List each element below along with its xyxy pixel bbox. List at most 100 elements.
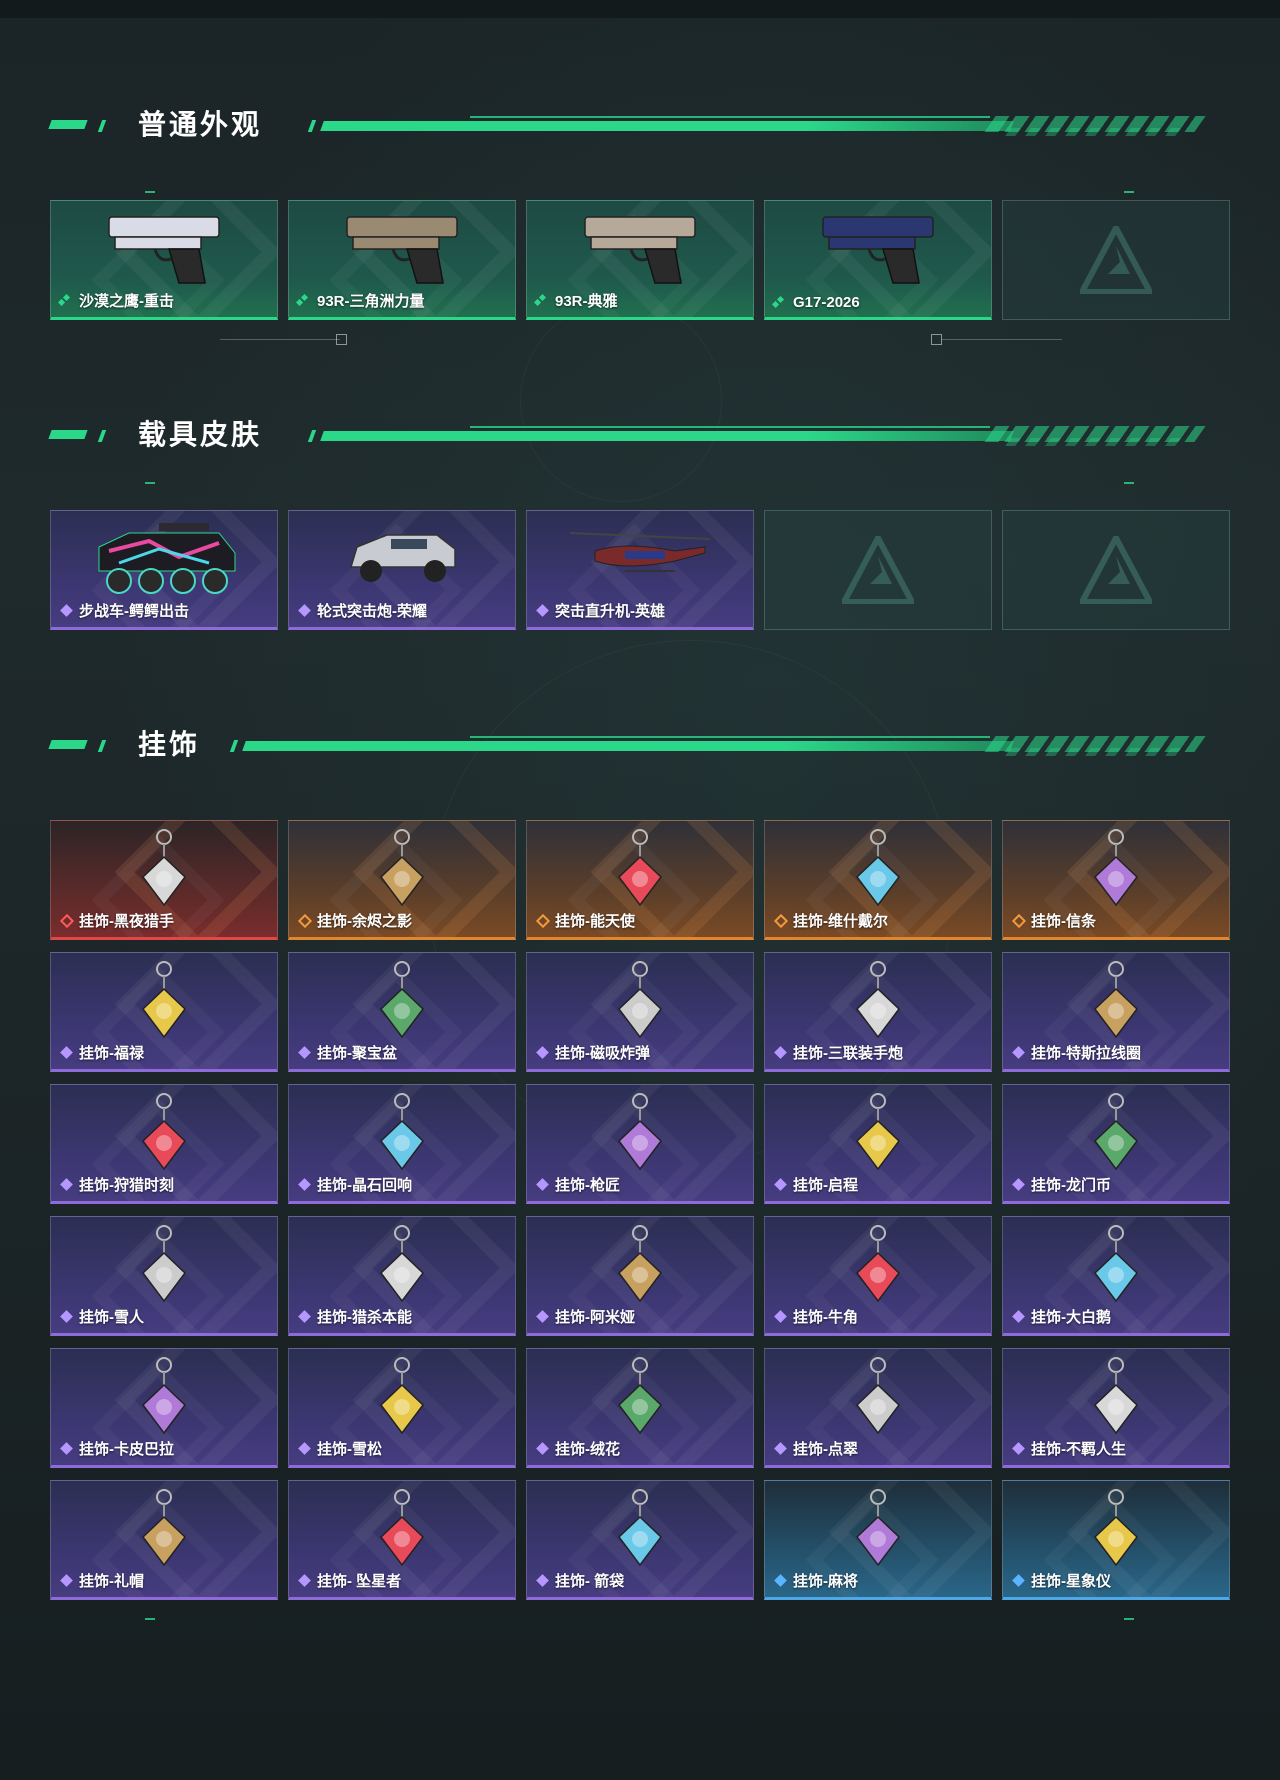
charm-card[interactable]: 挂饰-麻将 [764,1480,992,1600]
charm-card[interactable]: 挂饰- 坠星者 [288,1480,516,1600]
rarity-diamond-icon [537,915,549,927]
charm-card[interactable]: 挂饰-维什戴尔 [764,820,992,940]
vehicle-card[interactable]: 突击直升机-英雄 [526,510,754,630]
charm-icon [1094,1489,1138,1567]
header-line-tick [307,120,317,132]
pistol-icon [584,216,696,284]
item-name: 挂饰-维什戴尔 [793,913,888,930]
charm-card[interactable]: 挂饰-卡皮巴拉 [50,1348,278,1468]
weapon-card[interactable]: G17-2026 [764,200,992,320]
rarity-diamond-icon [61,295,73,307]
weapon-card[interactable]: 沙漠之鹰-重击 [50,200,278,320]
charm-card[interactable]: 挂饰-大白鹅 [1002,1216,1230,1336]
infantry-vehicle-icon [98,523,236,594]
charm-card[interactable]: 挂饰-龙门币 [1002,1084,1230,1204]
rarity-diamond-icon [775,297,787,309]
charm-card[interactable]: 挂饰-三联装手炮 [764,952,992,1072]
pistol-icon [346,216,458,284]
charm-icon [142,1357,186,1435]
rarity-diamond-icon [299,605,311,617]
item-name: 挂饰-信条 [1031,913,1096,930]
frame-tick [1124,482,1134,484]
charm-card[interactable]: 挂饰-雪松 [288,1348,516,1468]
charm-icon [142,1489,186,1567]
charms-row: 挂饰-礼帽 挂饰- 坠星者 挂饰- 箭袋 挂饰-麻将 挂饰-星象仪 [50,1480,1230,1600]
charm-card[interactable]: 挂饰-枪匠 [526,1084,754,1204]
rarity-diamond-icon [1013,1047,1025,1059]
delta-logo-icon [842,536,914,604]
section-header-weapons: 普通外观 [0,108,1280,148]
vehicle-card[interactable]: 轮式突击炮-荣耀 [288,510,516,630]
item-name: 挂饰-能天使 [555,913,635,930]
charm-card[interactable]: 挂饰-牛角 [764,1216,992,1336]
charm-card[interactable]: 挂饰-礼帽 [50,1480,278,1600]
rarity-diamond-icon [299,295,311,307]
item-name: 轮式突击炮-荣耀 [317,603,427,620]
card-label: 挂饰-启程 [775,1174,858,1195]
charm-card[interactable]: 挂饰- 箭袋 [526,1480,754,1600]
charm-card[interactable]: 挂饰-雪人 [50,1216,278,1336]
charms-row: 挂饰-雪人 挂饰-猎杀本能 挂饰-阿米娅 挂饰-牛角 挂饰-大白鹅 [50,1216,1230,1336]
charm-card[interactable]: 挂饰-余烬之影 [288,820,516,940]
section-title: 载具皮肤 [138,419,263,450]
item-name: 挂饰-聚宝盆 [317,1045,397,1062]
weapon-card[interactable]: 93R-典雅 [526,200,754,320]
weapon-card[interactable]: 93R-三角洲力量 [288,200,516,320]
charm-icon [856,961,900,1039]
charm-card[interactable]: 挂饰-福禄 [50,952,278,1072]
charm-card[interactable]: 挂饰-启程 [764,1084,992,1204]
charm-icon [856,1357,900,1435]
charm-icon [618,1225,662,1303]
charm-card[interactable]: 挂饰-聚宝盆 [288,952,516,1072]
charm-card[interactable]: 挂饰-特斯拉线圈 [1002,952,1230,1072]
charm-icon [142,961,186,1039]
charm-card[interactable]: 挂饰-能天使 [526,820,754,940]
weapons-row: 沙漠之鹰-重击 93R-三角洲力量 93R-典雅 G17-2026 [50,200,1230,320]
charm-card[interactable]: 挂饰-磁吸炸弹 [526,952,754,1072]
charm-card[interactable]: 挂饰-星象仪 [1002,1480,1230,1600]
charm-icon [1094,1093,1138,1171]
rarity-diamond-icon [537,295,549,307]
charms-row: 挂饰-狩猎时刻 挂饰-晶石回响 挂饰-枪匠 挂饰-启程 挂饰-龙门币 [50,1084,1230,1204]
header-line [320,431,1014,441]
charm-card[interactable]: 挂饰-晶石回响 [288,1084,516,1204]
rarity-diamond-icon [775,1575,787,1587]
card-label: 挂饰-星象仪 [1013,1570,1111,1591]
charm-card[interactable]: 挂饰-信条 [1002,820,1230,940]
section-header-charms: 挂饰 [0,728,1280,768]
rarity-diamond-icon [1013,1443,1025,1455]
header-checker-pattern [997,128,1183,136]
delta-logo-icon [1080,226,1152,294]
rarity-diamond-icon [1013,1179,1025,1191]
charm-icon [1094,829,1138,907]
card-label: 挂饰-枪匠 [537,1174,620,1195]
card-label: 挂饰-余烬之影 [299,910,412,931]
rarity-diamond-icon [537,1179,549,1191]
charm-card[interactable]: 挂饰-黑夜猎手 [50,820,278,940]
header-thin-line [470,426,990,428]
charm-icon [856,1489,900,1567]
charm-icon [380,1357,424,1435]
vehicles-row: 步战车-鳄鳄出击 轮式突击炮-荣耀 突击直升机-英雄 [50,510,1230,630]
charm-card[interactable]: 挂饰-狩猎时刻 [50,1084,278,1204]
item-name: 93R-典雅 [555,293,618,310]
frame-tick [145,482,155,484]
charm-card[interactable]: 挂饰-点翠 [764,1348,992,1468]
timeline-line [942,339,1062,340]
card-label: 挂饰-麻将 [775,1570,858,1591]
item-name: 挂饰-卡皮巴拉 [79,1441,174,1458]
rarity-diamond-icon [299,1575,311,1587]
card-label: 沙漠之鹰-重击 [61,290,174,311]
rarity-diamond-icon [61,1047,73,1059]
charm-card[interactable]: 挂饰-不羁人生 [1002,1348,1230,1468]
vehicle-card[interactable]: 步战车-鳄鳄出击 [50,510,278,630]
charm-card[interactable]: 挂饰-猎杀本能 [288,1216,516,1336]
card-label: 挂饰-聚宝盆 [299,1042,397,1063]
charm-card[interactable]: 挂饰-阿米娅 [526,1216,754,1336]
card-label: 挂饰- 箭袋 [537,1570,624,1591]
empty-slot-card [764,510,992,630]
timeline-line [220,339,340,340]
charm-card[interactable]: 挂饰-绒花 [526,1348,754,1468]
rarity-diamond-icon [61,1179,73,1191]
rarity-diamond-icon [775,1443,787,1455]
